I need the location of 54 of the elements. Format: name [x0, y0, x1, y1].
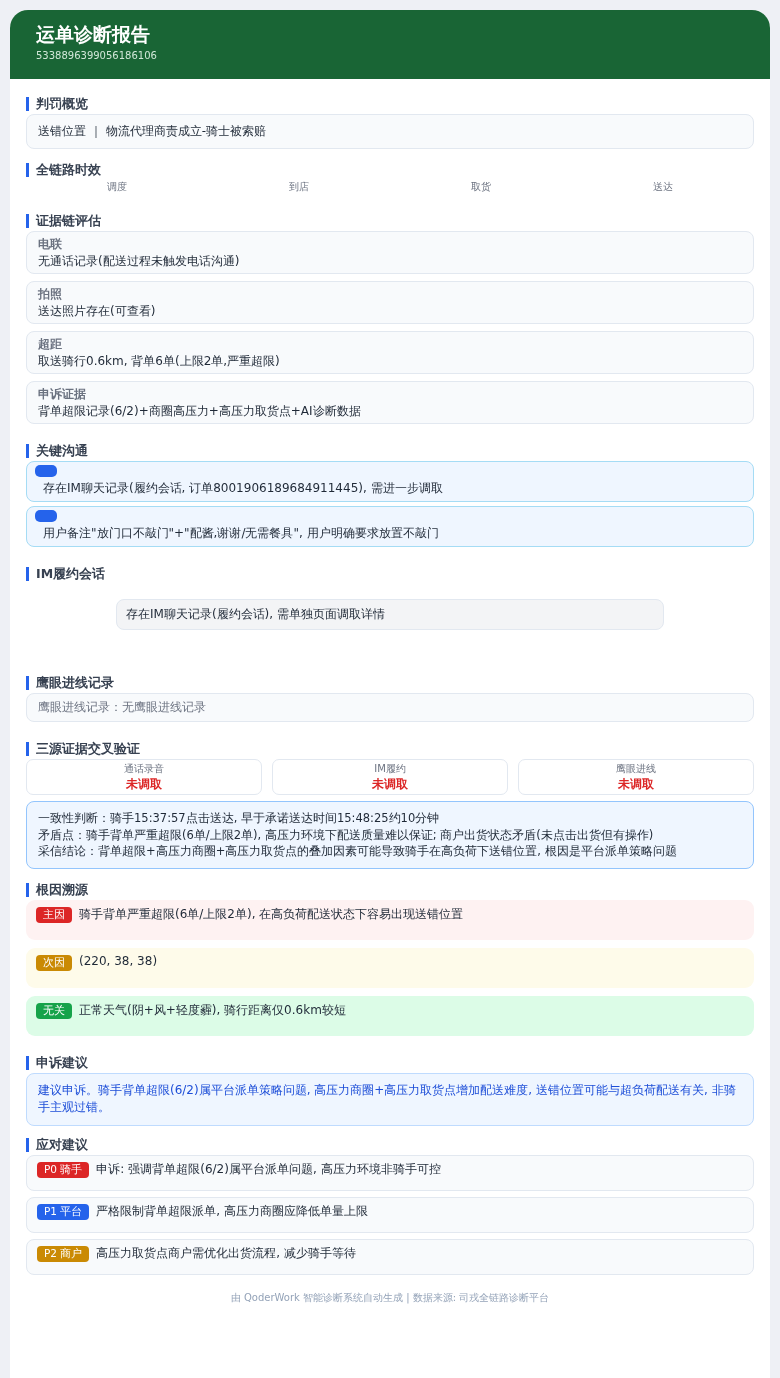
- source-status: 未调取: [617, 776, 655, 793]
- footer-text: 由 QoderWork 智能诊断系统自动生成 | 数据来源: 司戎全链路诊断平台: [229, 1290, 551, 1305]
- evidence-value: 无通话记录(配送过程未触发电话沟通): [38, 253, 241, 270]
- action-text: 严格限制背单超限派单, 高压力商圈应降低单量上限: [96, 1202, 368, 1220]
- section-title: 全链路时效: [26, 163, 754, 177]
- section-title: IM履约会话: [26, 567, 754, 581]
- source-status: 未调取: [125, 776, 163, 793]
- source-status: 未调取: [371, 776, 409, 793]
- cause-tag: 无关: [36, 1003, 72, 1019]
- source-label: 通话录音: [123, 762, 165, 776]
- communication-text: 存在IM聊天记录(履约会话, 订单8001906189684911445), 需进一步调取: [42, 480, 444, 497]
- timeline-stage-label: 到店: [288, 180, 310, 194]
- order-id: 5338896399056186106: [36, 50, 158, 61]
- verdict-line: 采信结论：背单超限+高压力商圈+高压力取货点的叠加因素可能导致骑手在高负荷下送错位置, 根因是平台派单策略问题: [38, 843, 678, 860]
- blank-badge: [35, 510, 57, 522]
- section-title: 应对建议: [26, 1137, 754, 1152]
- evidence-value: 送达照片存在(可查看): [38, 303, 157, 320]
- priority-tag: P2 商户: [37, 1245, 90, 1262]
- communication-text: 用户备注"放门口不敲门"+"配酱,谢谢/无需餐具", 用户明确要求放置不敲门: [42, 525, 440, 542]
- section-title: 判罚概览: [26, 97, 754, 111]
- section-title: 证据链评估: [26, 214, 754, 228]
- penalty-summary: 送错位置 ｜ 物流代理商责成立-骑士被索赔: [26, 114, 754, 149]
- priority-tag: P0 骑手: [37, 1161, 90, 1178]
- report-title: 运单诊断报告: [36, 22, 151, 47]
- timeline-stage-label: 调度: [106, 180, 128, 194]
- section-title: 三源证据交叉验证: [26, 742, 754, 756]
- source-label: IM履约: [373, 762, 407, 776]
- evidence-label: 超距: [38, 336, 63, 353]
- priority-tag: P1 平台: [37, 1203, 90, 1220]
- appeal-text: 建议申诉。骑手背单超限(6/2)属平台派单策略问题, 高压力商圈+高压力取货点增加配送难度, 送错位置可能与超负荷配送有关, 非骑手主观过错。: [26, 1073, 754, 1126]
- section-title: 根因溯源: [26, 883, 754, 897]
- verdict-line: 一致性判断：骑手15:37:57点击送达, 早于承诺送达时间15:48:25约10分钟: [38, 810, 441, 827]
- action-text: 申诉: 强调背单超限(6/2)属平台派单问题, 高压力环境非骑手可控: [96, 1160, 441, 1178]
- verdict-line: 矛盾点：骑手背单严重超限(6单/上限2单), 高压力环境下配送质量难以保证; 商户出货状态矛盾(未点击出货但有操作): [38, 826, 655, 844]
- evidence-label: 电联: [38, 236, 63, 253]
- blank-badge: [35, 465, 57, 477]
- section-title: 申诉建议: [26, 1056, 754, 1070]
- cause-tag: 次因: [36, 955, 72, 971]
- section-title: 关键沟通: [26, 444, 754, 458]
- cause-text: 骑手背单严重超限(6单/上限2单), 在高负荷配送状态下容易出现送错位置: [79, 906, 464, 923]
- source-label: 鹰眼进线: [615, 762, 657, 776]
- cause-tag: 主因: [36, 907, 72, 923]
- im-session-note: 存在IM聊天记录(履约会话), 需单独页面调取详情: [116, 599, 664, 630]
- evidence-label: 拍照: [38, 286, 63, 303]
- evidence-label: 申诉证据: [38, 386, 87, 403]
- action-text: 高压力取货点商户需优化出货流程, 减少骑手等待: [96, 1244, 356, 1262]
- evidence-value: 取送骑行0.6km, 背单6单(上限2单,严重超限): [38, 353, 281, 370]
- cause-text: (220, 38, 38): [79, 954, 158, 968]
- eagle-eye-note: 鹰眼进线记录：无鹰眼进线记录: [26, 693, 754, 722]
- timeline-stage-label: 取货: [470, 180, 492, 194]
- cause-text: 正常天气(阴+风+轻度霾), 骑行距离仅0.6km较短: [79, 1002, 346, 1019]
- section-title: 鹰眼进线记录: [26, 676, 754, 690]
- evidence-value: 背单超限记录(6/2)+商圈高压力+高压力取货点+AI诊断数据: [38, 403, 362, 420]
- timeline-stage-label: 送达: [652, 180, 674, 194]
